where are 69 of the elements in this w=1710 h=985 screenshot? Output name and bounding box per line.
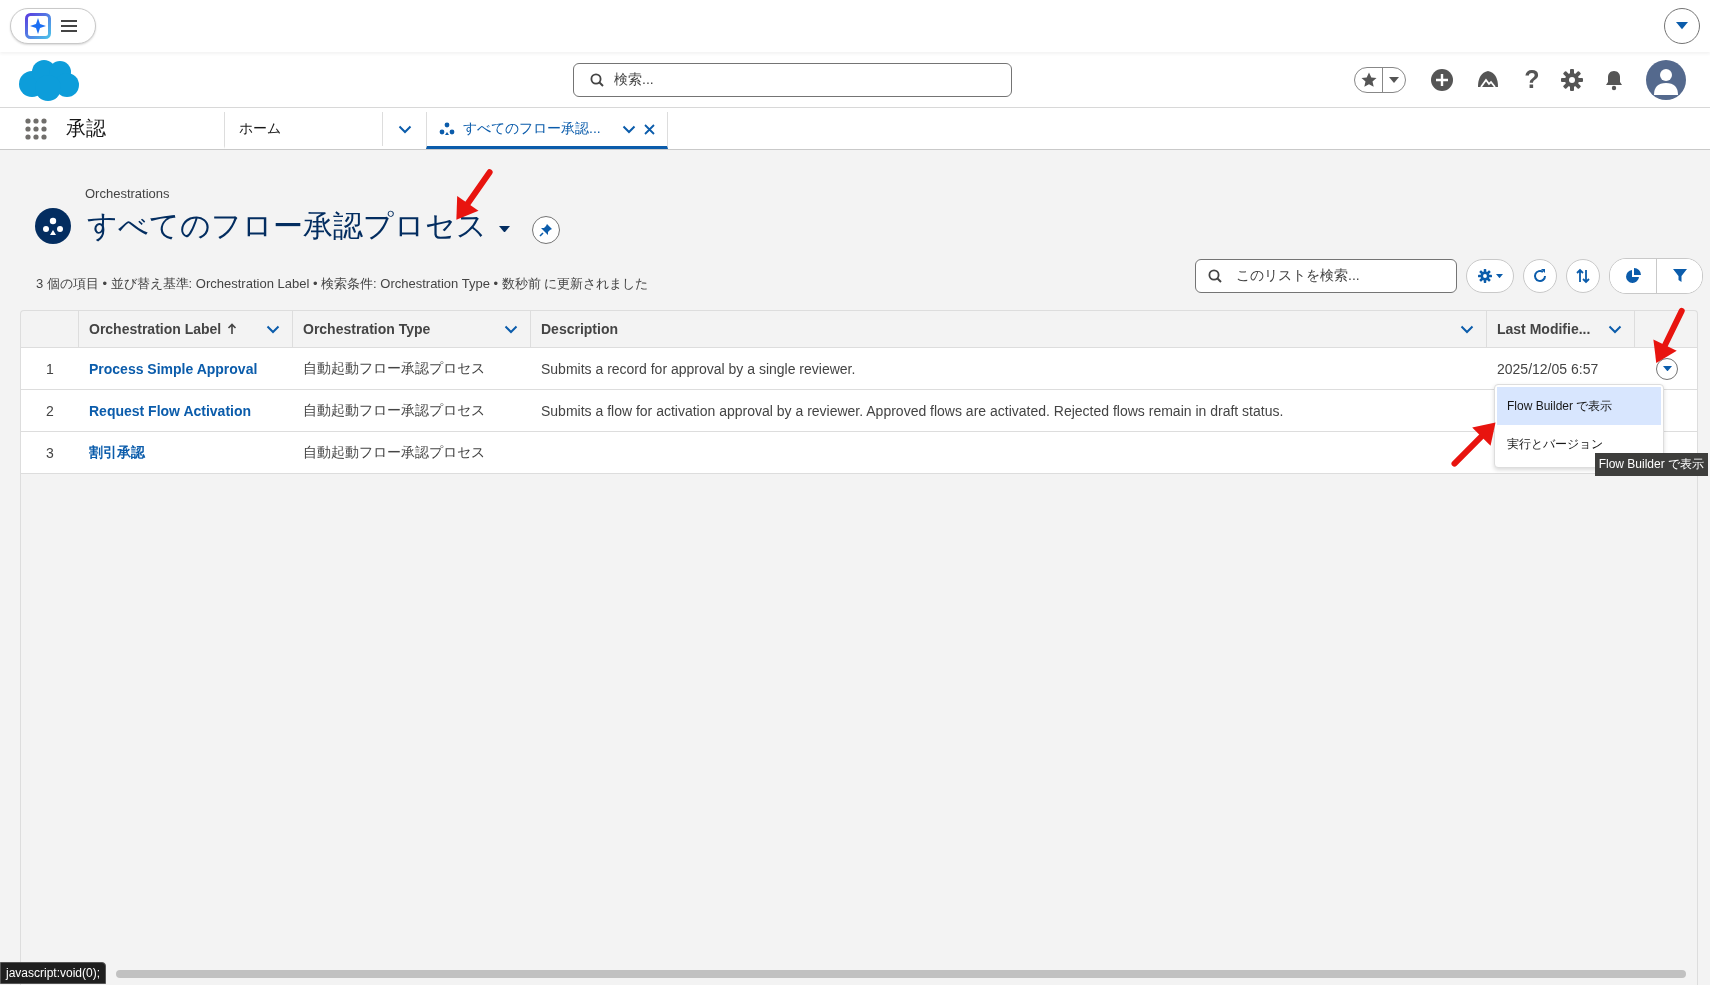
list-view-picker[interactable] [499, 225, 510, 233]
record-link[interactable]: Process Simple Approval [89, 360, 258, 377]
notification-bell-icon[interactable] [1603, 68, 1625, 91]
up-down-arrows-icon [1575, 268, 1591, 284]
record-link[interactable]: 割引承認 [89, 443, 145, 462]
filter-button[interactable] [1656, 259, 1702, 293]
user-avatar[interactable] [1646, 59, 1686, 100]
caret-down-icon [1676, 22, 1688, 30]
pin-button[interactable] [532, 216, 560, 244]
sparkle-icon [25, 13, 51, 39]
table-cell-text: Submits a record for approval by a single reviewer. [540, 359, 857, 379]
close-icon[interactable] [644, 123, 655, 135]
row-number: 2 [45, 401, 55, 421]
menu-icon [61, 20, 77, 32]
row-number: 1 [45, 359, 55, 379]
status-url: javascript:void(0); [0, 962, 107, 984]
assistant-menu-button[interactable] [10, 8, 96, 44]
column-menu-icon [1608, 324, 1622, 334]
pie-chart-icon [1625, 268, 1641, 284]
refresh-button[interactable] [1523, 259, 1557, 293]
table-cell-text: 自動起動フロー承認プロセス [302, 400, 486, 420]
caret-down-icon [1495, 273, 1503, 279]
column-header[interactable]: Description [531, 311, 1487, 347]
column-header[interactable]: Orchestration Label [79, 311, 293, 347]
app-name: 承認 [66, 116, 107, 141]
expand-button[interactable] [1664, 8, 1700, 44]
list-info-text: 3 個の項目 • 並び替え基準: Orchestration Label • 検索条件: Orchestration Type • 数秒前 に更新されました [36, 275, 649, 293]
tooltip: Flow Builder で表示 [1594, 453, 1708, 476]
column-header[interactable]: Orchestration Type [293, 311, 531, 347]
search-icon [590, 72, 604, 87]
people-icon [42, 216, 64, 236]
chevron-down-icon [397, 124, 412, 134]
add-icon[interactable] [1430, 67, 1454, 92]
object-label: Orchestrations [85, 186, 171, 202]
settings-icon [1477, 269, 1492, 283]
cloud-logo[interactable] [18, 57, 80, 102]
caret-down-icon [499, 225, 510, 233]
search-icon [1208, 269, 1222, 283]
scrollbar[interactable] [116, 970, 1686, 978]
table-cell-text: 自動起動フロー承認プロセス [302, 442, 486, 462]
tab[interactable]: ホーム [224, 112, 382, 149]
refresh-icon [1532, 268, 1548, 284]
column-menu-icon [266, 324, 280, 334]
filter-icon [1671, 268, 1688, 284]
list-search-field[interactable]: このリストを検索... [1195, 259, 1457, 293]
list-view-title: すべてのフロー承認プロセス [87, 207, 487, 244]
pin-icon [539, 223, 553, 237]
table-cell-text: 自動起動フロー承認プロセス [302, 358, 486, 378]
record-link[interactable]: Request Flow Activation [89, 402, 252, 419]
column-menu-icon [1460, 324, 1474, 334]
caret-down-icon [1389, 76, 1399, 83]
tab[interactable]: すべてのフロー承認... [426, 112, 668, 149]
column-header[interactable]: Last Modifie... [1487, 311, 1635, 347]
list-settings-button[interactable] [1466, 259, 1514, 293]
row-number: 3 [45, 443, 55, 463]
search-field[interactable]: 検索... [573, 62, 1012, 97]
flow-icon [439, 121, 455, 137]
help-button[interactable]: ? [1520, 67, 1544, 92]
settings-icon[interactable] [1561, 68, 1583, 91]
table-cell-text: 2025/12/05 6:57 [1496, 359, 1600, 379]
menu-item[interactable]: Flow Builder で表示 [1497, 387, 1661, 425]
sort-arrow-icon [227, 323, 238, 335]
star-icon [1360, 71, 1377, 88]
column-menu-icon [504, 324, 518, 334]
sort-button[interactable] [1566, 259, 1600, 293]
tab-menu-icon [622, 124, 636, 134]
app-launcher-icon[interactable] [25, 117, 47, 140]
menu-item[interactable]: 実行とバージョン [1507, 437, 1603, 451]
table-cell-text: Submits a flow for activation approval by a reviewer. Approved flows are activated. Rejected flows remain in draft status. [540, 401, 1285, 421]
